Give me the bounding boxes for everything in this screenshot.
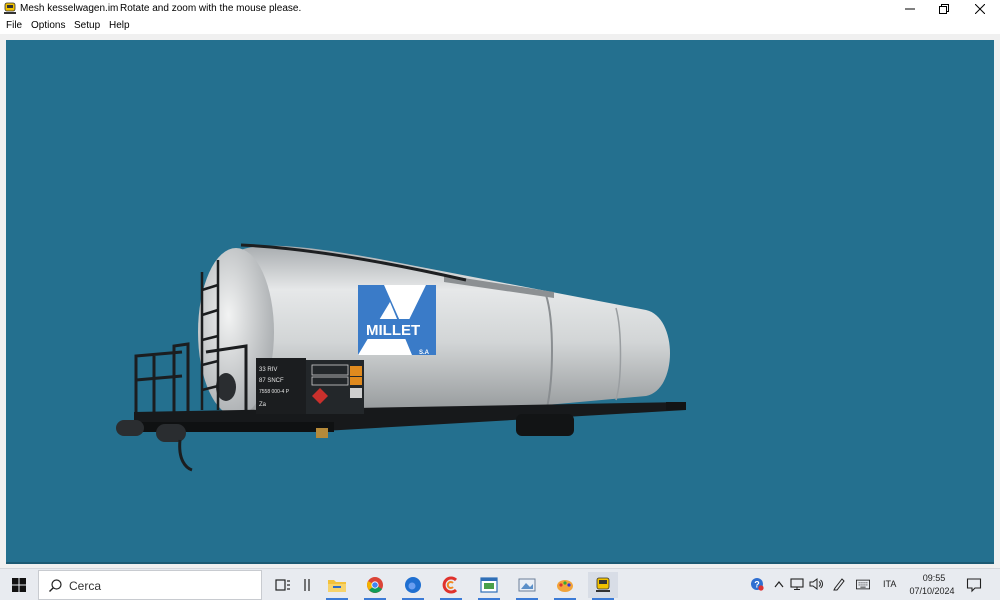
ccleaner-icon	[442, 576, 458, 594]
chevron-up-icon[interactable]	[772, 577, 786, 591]
paint-app-button[interactable]	[550, 572, 580, 600]
plate-line-3: 7558 000-4 P	[259, 389, 290, 395]
pen-icon[interactable]	[832, 577, 846, 591]
image-viewer-button[interactable]	[512, 572, 542, 600]
menu-file[interactable]: File	[4, 19, 24, 32]
help-tray-icon[interactable]: ?	[750, 577, 764, 591]
plate-line-1: 33 RIV	[259, 367, 277, 373]
firefox-button[interactable]	[398, 572, 428, 600]
windows-logo-icon	[12, 578, 26, 592]
window-title: Mesh kesselwagen.im	[20, 3, 119, 14]
clock-time[interactable]: 09:55	[912, 573, 956, 583]
ccleaner-button[interactable]	[436, 572, 466, 600]
notification-button[interactable]	[966, 577, 982, 593]
taskbar-search[interactable]: Cerca	[38, 570, 262, 600]
app-window-button[interactable]	[474, 572, 504, 600]
start-button[interactable]	[0, 569, 38, 601]
hazard-plate	[350, 366, 362, 376]
folder-icon	[328, 580, 346, 592]
buffer-left	[116, 420, 144, 436]
tank-wagon-model: MILLET S.A 33 RIV 87 SNCF 7558 000-4 P Z…	[116, 243, 686, 472]
window-app-icon	[480, 577, 498, 593]
volume-icon[interactable]	[809, 577, 823, 591]
search-icon	[49, 579, 62, 592]
title-bar: Mesh kesselwagen.im Rotate and zoom with…	[0, 0, 1000, 18]
chrome-icon	[367, 577, 383, 593]
network-icon[interactable]	[790, 577, 804, 591]
file-explorer-button[interactable]	[322, 572, 352, 600]
menu-bar: File Options Setup Help	[0, 18, 1000, 34]
rear-bogie	[516, 414, 574, 436]
menu-setup[interactable]: Setup	[72, 19, 102, 32]
logo-suffix: S.A	[419, 350, 430, 356]
close-button[interactable]	[964, 0, 996, 18]
millet-logo: MILLET S.A	[358, 285, 436, 356]
chrome-button[interactable]	[360, 572, 390, 600]
logo-text: MILLET	[366, 322, 420, 339]
pinned-divider-button[interactable]	[292, 572, 322, 598]
minimize-button[interactable]	[894, 0, 926, 18]
image-viewer-icon	[518, 578, 536, 592]
window-hint: Rotate and zoom with the mouse please.	[120, 3, 302, 14]
3d-viewport[interactable]: MILLET S.A 33 RIV 87 SNCF 7558 000-4 P Z…	[6, 40, 994, 564]
restore-button[interactable]	[928, 0, 960, 18]
firefox-icon	[405, 577, 421, 593]
keyboard-icon[interactable]	[856, 577, 870, 591]
language-indicator[interactable]: ITA	[883, 579, 896, 589]
buffer-right	[156, 424, 186, 442]
wagon-number-plate: 33 RIV 87 SNCF 7558 000-4 P Za	[256, 358, 364, 414]
minimize-icon	[905, 8, 915, 10]
underframe	[116, 402, 686, 472]
train-app-button[interactable]	[588, 572, 618, 600]
menu-help[interactable]: Help	[107, 19, 132, 32]
task-view-icon	[275, 579, 290, 591]
divider-icon	[304, 579, 310, 591]
plate-line-4: Za	[259, 402, 267, 408]
close-icon	[975, 4, 985, 14]
taskbar: Cerca ? ITA 09:55 07/10/2024	[0, 568, 1000, 600]
app-train-icon	[4, 2, 16, 15]
paint-palette-icon	[557, 580, 573, 592]
train-app-icon	[596, 577, 610, 592]
notification-icon	[966, 578, 982, 593]
plate-line-2: 87 SNCF	[259, 378, 284, 384]
restore-icon	[939, 4, 949, 14]
menu-options[interactable]: Options	[29, 19, 67, 32]
search-placeholder: Cerca	[69, 579, 102, 593]
clock-date[interactable]: 07/10/2024	[906, 586, 958, 596]
